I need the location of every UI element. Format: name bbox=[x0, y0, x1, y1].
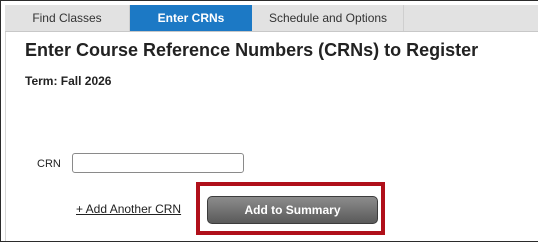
tab-enter-crns[interactable]: Enter CRNs bbox=[130, 5, 252, 31]
page-title: Enter Course Reference Numbers (CRNs) to… bbox=[25, 40, 479, 60]
crn-label: CRN bbox=[37, 158, 61, 170]
registration-panel: Find Classes Enter CRNs Schedule and Opt… bbox=[0, 0, 538, 242]
term-label: Term: Fall 2026 bbox=[25, 74, 112, 88]
crn-input[interactable] bbox=[72, 153, 244, 173]
add-to-summary-button[interactable]: Add to Summary bbox=[207, 196, 378, 224]
tab-schedule-and-options[interactable]: Schedule and Options bbox=[253, 5, 404, 31]
add-another-crn-link[interactable]: + Add Another CRN bbox=[76, 202, 204, 216]
tab-bar: Find Classes Enter CRNs Schedule and Opt… bbox=[5, 5, 538, 32]
tab-find-classes[interactable]: Find Classes bbox=[5, 5, 130, 31]
